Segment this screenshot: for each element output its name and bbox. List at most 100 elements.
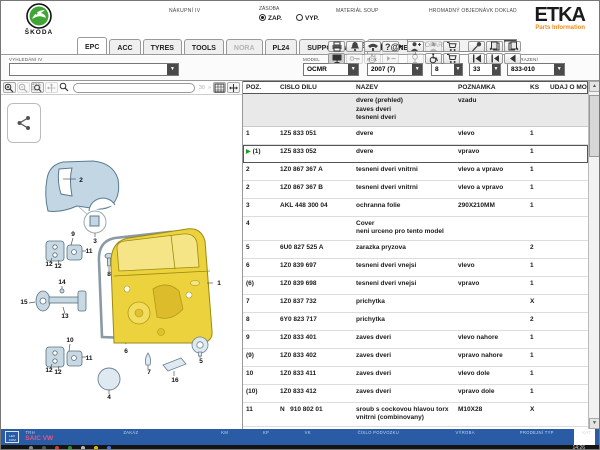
callout-8[interactable]: 8: [107, 271, 111, 278]
user-add-icon[interactable]: [407, 41, 424, 52]
fit-window-icon[interactable]: [227, 82, 240, 93]
table-row[interactable]: 21Z0 867 367 Atesneni dveri vnitrnivlevo…: [243, 163, 588, 181]
zoom-in-icon[interactable]: [3, 82, 16, 93]
table-row[interactable]: 11Z5 833 051dverevlevo1: [243, 127, 588, 145]
image-search-input[interactable]: [73, 83, 195, 93]
pan-icon[interactable]: [45, 82, 58, 93]
table-row[interactable]: 61Z0 839 697tesneni dveri vnejsivlevo1: [243, 259, 588, 277]
exploded-view-drawing[interactable]: 2391112128141513161011121247165: [1, 95, 243, 429]
model-input[interactable]: [304, 64, 348, 75]
taskbar-app-icon[interactable]: [55, 446, 59, 450]
table-row[interactable]: (9)1Z0 833 402zaves dverivpravo nahore1: [243, 349, 588, 367]
tab-nora[interactable]: NORA: [226, 39, 263, 54]
table-row[interactable]: 11N 910 802 01sroub s cockovou hlavou to…: [243, 403, 588, 427]
year-input[interactable]: [368, 64, 412, 75]
print-icon[interactable]: [328, 41, 345, 52]
table-row[interactable]: dvere (prehled)zaves dveritesneni dveriv…: [243, 94, 588, 127]
table-row[interactable]: 86Y0 823 717prichytka2: [243, 313, 588, 331]
taskbar-app-icon[interactable]: [94, 446, 98, 450]
callout-12[interactable]: 12: [54, 263, 62, 270]
taskbar-app-icon[interactable]: [107, 446, 111, 450]
lexcom-icon[interactable]: LEX COM: [5, 431, 19, 443]
model-dropdown-icon[interactable]: ▼: [348, 64, 358, 75]
callout-5[interactable]: 5: [199, 358, 203, 365]
callout-16[interactable]: 16: [171, 377, 179, 384]
table-row[interactable]: 101Z0 833 411zaves dverivlevo dole1: [243, 367, 588, 385]
radio-on-icon[interactable]: [259, 14, 266, 21]
callout-3[interactable]: 3: [93, 238, 97, 245]
scroll-up-icon[interactable]: ▲: [589, 81, 600, 92]
tab-tools[interactable]: TOOLS: [184, 39, 224, 54]
callout-11[interactable]: 11: [86, 248, 93, 255]
cart-add-icon[interactable]: [443, 41, 460, 52]
ps-dropdown-icon[interactable]: ▼: [492, 64, 500, 75]
table-row[interactable]: 91Z0 833 401zaves dverivlevo nahore1: [243, 331, 588, 349]
zoom-area-icon[interactable]: [31, 82, 44, 93]
callout-2[interactable]: 2: [79, 177, 83, 184]
key-icon[interactable]: [346, 53, 363, 64]
year-dropdown-icon[interactable]: ▼: [412, 64, 422, 75]
phone-icon[interactable]: [364, 41, 381, 52]
tab-tyres[interactable]: TYRES: [143, 39, 182, 54]
callout-11[interactable]: 11: [86, 355, 93, 362]
stock-on-option[interactable]: ZAP.: [259, 14, 282, 22]
table-row[interactable]: (10)1Z0 833 412zaves dverivpravo dole1: [243, 385, 588, 403]
taskbar-app-icon[interactable]: [68, 446, 72, 450]
taskbar-app-icon[interactable]: [29, 446, 33, 450]
taskbar-app-icon[interactable]: [42, 446, 46, 450]
tab-pl24[interactable]: PL24: [265, 39, 298, 54]
scrollbar-thumb[interactable]: [589, 95, 600, 157]
nav-first-icon[interactable]: [468, 53, 485, 64]
bell-icon[interactable]: [346, 41, 363, 52]
pin-icon[interactable]: [468, 41, 485, 52]
diagnostic-icon[interactable]: [407, 53, 424, 64]
callout-12[interactable]: 12: [45, 367, 53, 374]
callout-4[interactable]: 4: [107, 394, 111, 401]
search-dropdown-icon[interactable]: ▼: [167, 64, 178, 75]
user-icon[interactable]: [425, 41, 442, 52]
scroll-down-icon[interactable]: ▼: [589, 418, 600, 429]
radio-off-icon[interactable]: [296, 14, 303, 21]
wheelchair-icon[interactable]: [425, 53, 442, 64]
zoom-out-icon[interactable]: [17, 82, 30, 93]
callout-12[interactable]: 12: [45, 261, 53, 268]
table-row[interactable]: 56U0 827 525 Azarazka pryzova2: [243, 241, 588, 259]
table-row[interactable]: 4Coverneni urceno pro tento model: [243, 217, 588, 241]
pages-prev-icon[interactable]: [486, 41, 503, 52]
callout-15[interactable]: 15: [20, 299, 28, 306]
callout-1[interactable]: 1: [217, 280, 221, 287]
hs-input[interactable]: [432, 64, 454, 75]
illustration-dropdown-icon[interactable]: ▼: [554, 64, 564, 75]
help-icon[interactable]: ?@: [382, 41, 399, 52]
callout-6[interactable]: 6: [124, 348, 128, 355]
search-input[interactable]: [10, 64, 167, 75]
monitor-icon[interactable]: [328, 53, 345, 64]
hs-dropdown-icon[interactable]: ▼: [454, 64, 462, 75]
hand-icon[interactable]: [364, 53, 381, 64]
callout-7[interactable]: 7: [147, 369, 151, 376]
callout-14[interactable]: 14: [58, 279, 66, 286]
grid-view-icon[interactable]: [213, 82, 226, 93]
callout-9[interactable]: 9: [71, 231, 75, 238]
pages-next-icon[interactable]: [504, 41, 521, 52]
table-row[interactable]: 3AKL 448 300 04ochranna folie290X210MM1: [243, 199, 588, 217]
bulk-order-link[interactable]: HROMADNÝ OBJEDNÁVK DOKLAD: [429, 8, 517, 14]
tab-epc[interactable]: EPC: [77, 37, 107, 54]
callout-13[interactable]: 13: [61, 313, 69, 320]
cart-icon[interactable]: [443, 53, 460, 64]
slider-icon[interactable]: [382, 53, 399, 64]
table-row[interactable]: 71Z0 837 732prichytkaX: [243, 295, 588, 313]
stock-off-option[interactable]: VYP.: [296, 14, 319, 22]
table-row[interactable]: (6)1Z0 839 698tesneni dveri vnejsivpravo…: [243, 277, 588, 295]
illustration-input[interactable]: [508, 64, 554, 75]
callout-12[interactable]: 12: [54, 369, 62, 376]
nav-back-icon[interactable]: [504, 53, 521, 64]
material-list-link[interactable]: MATERIÁL SOUP: [336, 8, 379, 14]
nav-prev-chapter-icon[interactable]: [486, 53, 503, 64]
taskbar-app-icon[interactable]: [81, 446, 85, 450]
table-row[interactable]: 21Z0 867 367 Btesneni dveri vnitrnivlevo…: [243, 181, 588, 199]
callout-10[interactable]: 10: [66, 337, 74, 344]
table-row[interactable]: ▶(1)1Z5 833 052dverevpravo1: [243, 145, 588, 163]
tab-acc[interactable]: ACC: [109, 39, 140, 54]
windows-taskbar[interactable]: 14:26: [1, 445, 599, 450]
